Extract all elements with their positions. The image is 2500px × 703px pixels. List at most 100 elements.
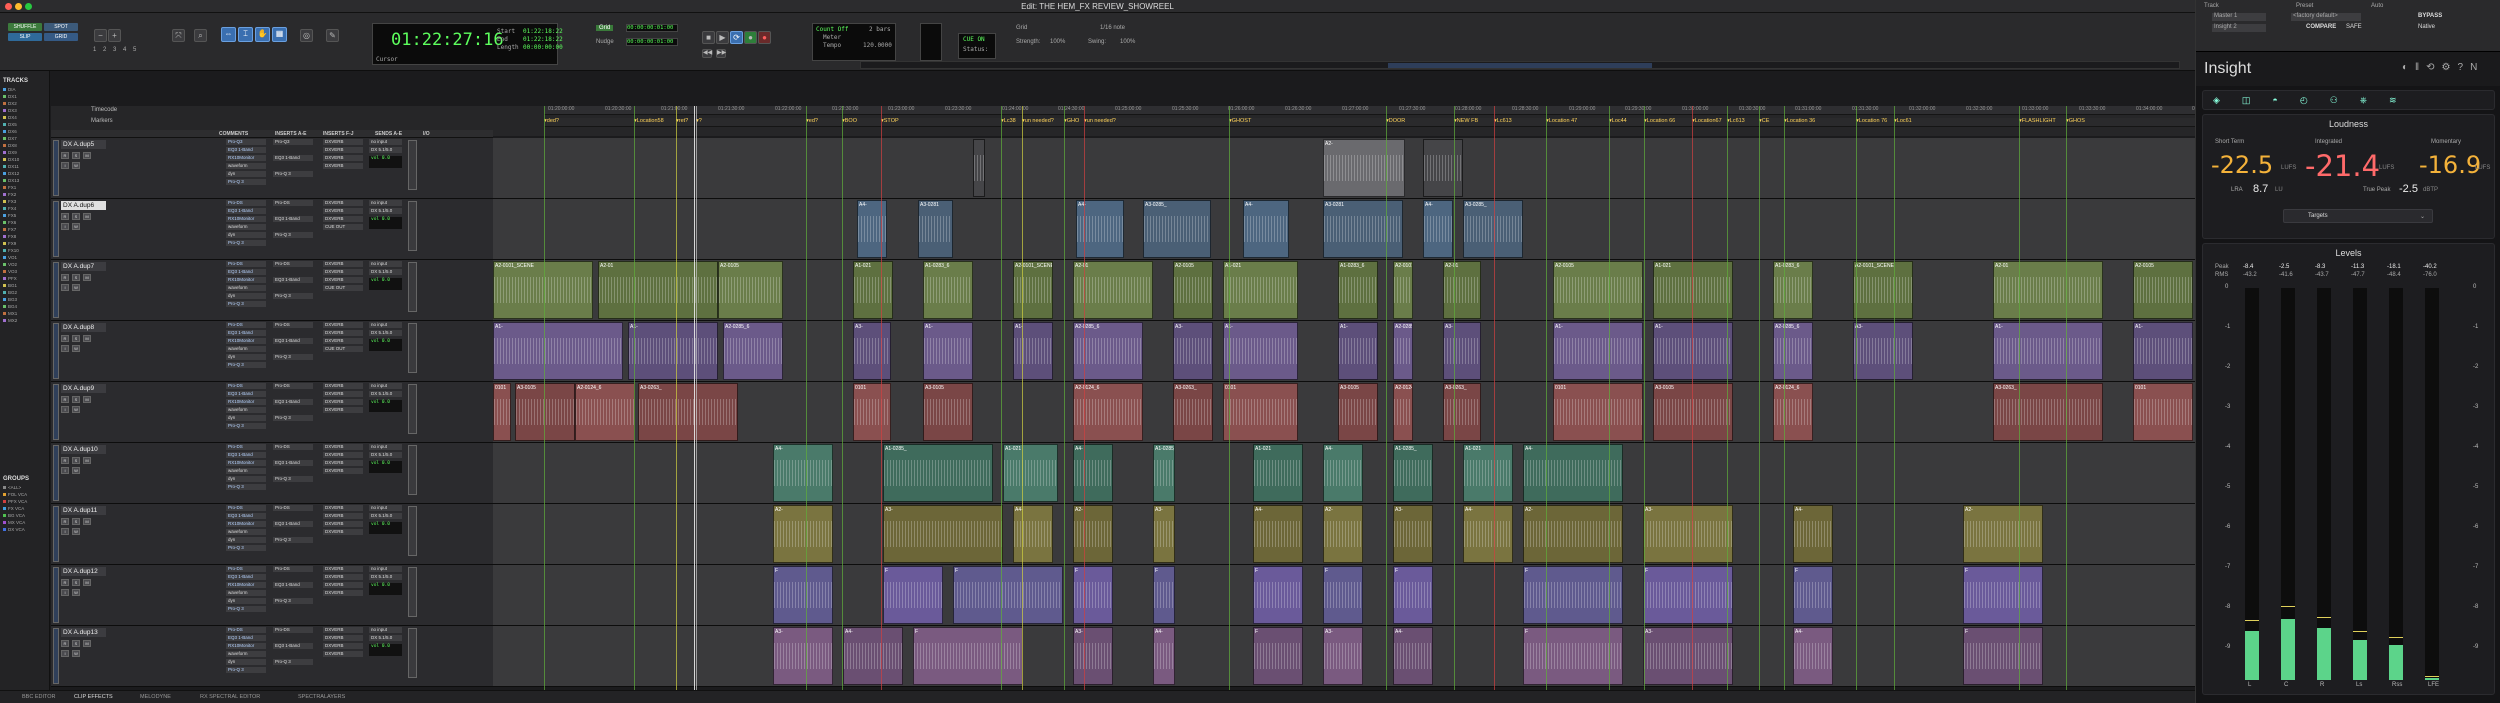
group-list-item[interactable]: FX VCA — [3, 506, 48, 511]
wait-button[interactable]: W — [72, 406, 80, 413]
input-selector[interactable]: no input — [369, 200, 402, 206]
audio-clip[interactable]: A2- — [1963, 505, 2043, 563]
record-button[interactable]: R — [61, 579, 69, 586]
audio-clip[interactable]: F — [1523, 627, 1623, 685]
audio-clip[interactable]: A3-0263_ — [1993, 383, 2103, 441]
track-list-item[interactable]: DX5 — [3, 122, 48, 127]
slip-mode-button[interactable]: SLIP — [8, 33, 42, 41]
audio-clip[interactable]: A3- — [853, 322, 891, 380]
audio-clip[interactable] — [973, 139, 985, 197]
insert-slot[interactable]: Pro-DS — [226, 566, 266, 572]
input-button[interactable]: I — [61, 467, 69, 474]
insert-slot[interactable]: Pro-Q 3 — [226, 606, 266, 612]
audio-clip[interactable]: A3-0285_ — [1143, 200, 1211, 258]
marker-label[interactable]: ▾Location67 — [1692, 118, 1722, 124]
audio-clip[interactable]: A3- — [1643, 627, 1733, 685]
insert-slot[interactable]: dyn — [226, 354, 266, 360]
solo-button[interactable]: S — [72, 396, 80, 403]
track-lane[interactable]: A4- A1-0285_ A1-021 A4- A1-0285_ A1-021 A4- A1-… — [493, 443, 2195, 503]
track-power-icon[interactable] — [53, 445, 59, 501]
track-name[interactable]: DX A.dup6 — [61, 201, 106, 210]
insert-slot-fj[interactable]: Pro-DS — [273, 322, 313, 328]
wait-button[interactable]: W — [72, 162, 80, 169]
start-value[interactable]: 01:22:18:22 — [523, 28, 563, 35]
insert-slot[interactable]: waveform — [226, 407, 266, 413]
automation-button[interactable] — [408, 628, 417, 678]
insert-slot[interactable]: Pro-Q 3 — [226, 362, 266, 368]
audio-clip[interactable]: A1-0283_6 — [923, 261, 973, 319]
grid-label[interactable]: Grid — [596, 25, 614, 31]
audio-clip[interactable]: A2-0101_SCENE — [1393, 261, 1413, 319]
audio-clip[interactable]: 0101 — [1223, 383, 1298, 441]
track-list-item[interactable]: DX9 — [3, 150, 48, 155]
insert-slot-fj[interactable]: Pro-Q 3 — [273, 476, 313, 482]
send-slot[interactable]: DXVERB — [323, 513, 363, 519]
audio-clip[interactable]: A4- — [1253, 505, 1303, 563]
track-list-item[interactable]: BG1 — [3, 283, 48, 288]
play-icon[interactable]: ▶ — [716, 31, 729, 44]
input-selector[interactable]: no input — [369, 444, 402, 450]
audio-clip[interactable]: A2- — [1073, 505, 1113, 563]
native-button[interactable]: Native — [2418, 24, 2435, 30]
marker-label[interactable]: ▾STOP — [881, 118, 899, 124]
track-power-icon[interactable] — [53, 140, 59, 196]
audio-clip[interactable]: A2-0285_6 — [723, 322, 783, 380]
marker-label[interactable]: ▾GHO — [1064, 118, 1079, 124]
track-list-item[interactable]: VO2 — [3, 262, 48, 267]
bypass-button[interactable]: BYPASS — [2418, 13, 2442, 19]
insert-slot[interactable]: Pro-Q3 — [226, 139, 266, 145]
audio-clip[interactable]: F — [1153, 566, 1175, 624]
audio-clip[interactable]: A3-0263_ — [1443, 383, 1481, 441]
audio-clip[interactable]: A1-021 — [853, 261, 893, 319]
track-list-item[interactable]: DX12 — [3, 171, 48, 176]
zoom-preset-3[interactable]: 3 — [113, 47, 116, 53]
insert-slot[interactable]: waveform — [226, 285, 266, 291]
send-slot[interactable]: DXVERB — [323, 277, 363, 283]
wait-button[interactable]: W — [72, 589, 80, 596]
insert-slot[interactable]: EQ3 1-Band — [226, 269, 266, 275]
nudge-value[interactable]: 00:00:00:01:00 — [626, 38, 678, 46]
send-slot[interactable]: DXVERB — [323, 582, 363, 588]
track-list-item[interactable]: MX2 — [3, 318, 48, 323]
audio-clip[interactable]: A4- — [1073, 444, 1113, 502]
insert-selector[interactable]: Insight 2 — [2212, 24, 2266, 32]
group-list-item[interactable]: DX VCA — [3, 527, 48, 532]
swing-value[interactable]: 100% — [1120, 39, 1135, 45]
volume-readout[interactable]: vol 0.0 — [369, 339, 402, 351]
audio-clip[interactable]: F — [1643, 566, 1733, 624]
audio-clip[interactable]: F — [1523, 566, 1623, 624]
solo-button[interactable]: S — [72, 640, 80, 647]
tab-melodyne[interactable]: MELODYNE — [140, 694, 171, 700]
track-list-item[interactable]: FX3 — [3, 199, 48, 204]
track-list-item[interactable]: FX2 — [3, 192, 48, 197]
insert-slot-fj[interactable]: Pro-DS — [273, 261, 313, 267]
send-slot[interactable]: CUE OUT — [323, 346, 363, 352]
track-list-item[interactable]: BG4 — [3, 304, 48, 309]
wait-button[interactable]: W — [72, 528, 80, 535]
audio-clip[interactable]: A1- — [923, 322, 973, 380]
insert-slot[interactable]: EQ3 1-Band — [226, 391, 266, 397]
audio-clip[interactable]: F — [913, 627, 1023, 685]
track-name[interactable]: DX A.dup10 — [61, 445, 106, 454]
track-name[interactable]: DX A.dup8 — [61, 323, 106, 332]
audio-clip[interactable]: A4- — [1393, 627, 1433, 685]
track-list-item[interactable]: FX1 — [3, 185, 48, 190]
audio-clip[interactable]: A3-0263_ — [638, 383, 738, 441]
audio-clip[interactable]: A4- — [1423, 200, 1453, 258]
audio-clip[interactable]: A3-0263_ — [1173, 383, 1213, 441]
marker-label[interactable]: ▾CE — [1759, 118, 1769, 124]
group-list-item[interactable]: <ALL> — [3, 485, 48, 490]
audio-clip[interactable]: F — [1323, 566, 1363, 624]
strength-value[interactable]: 100% — [1050, 39, 1065, 45]
send-slot[interactable]: DXVERB — [323, 635, 363, 641]
send-slot[interactable]: DXVERB — [323, 269, 363, 275]
volume-readout[interactable]: vol 0.0 — [369, 522, 402, 534]
audio-clip[interactable]: A2-0285_6 — [1773, 322, 1813, 380]
insert-slot[interactable]: waveform — [226, 529, 266, 535]
track-list-item[interactable]: FX5 — [3, 213, 48, 218]
send-slot[interactable]: DXVERB — [323, 163, 363, 169]
audio-clip[interactable]: F — [1963, 627, 2043, 685]
audio-clip[interactable]: A1- — [2133, 322, 2193, 380]
insert-slot[interactable]: dyn — [226, 659, 266, 665]
insert-slot[interactable]: waveform — [226, 224, 266, 230]
